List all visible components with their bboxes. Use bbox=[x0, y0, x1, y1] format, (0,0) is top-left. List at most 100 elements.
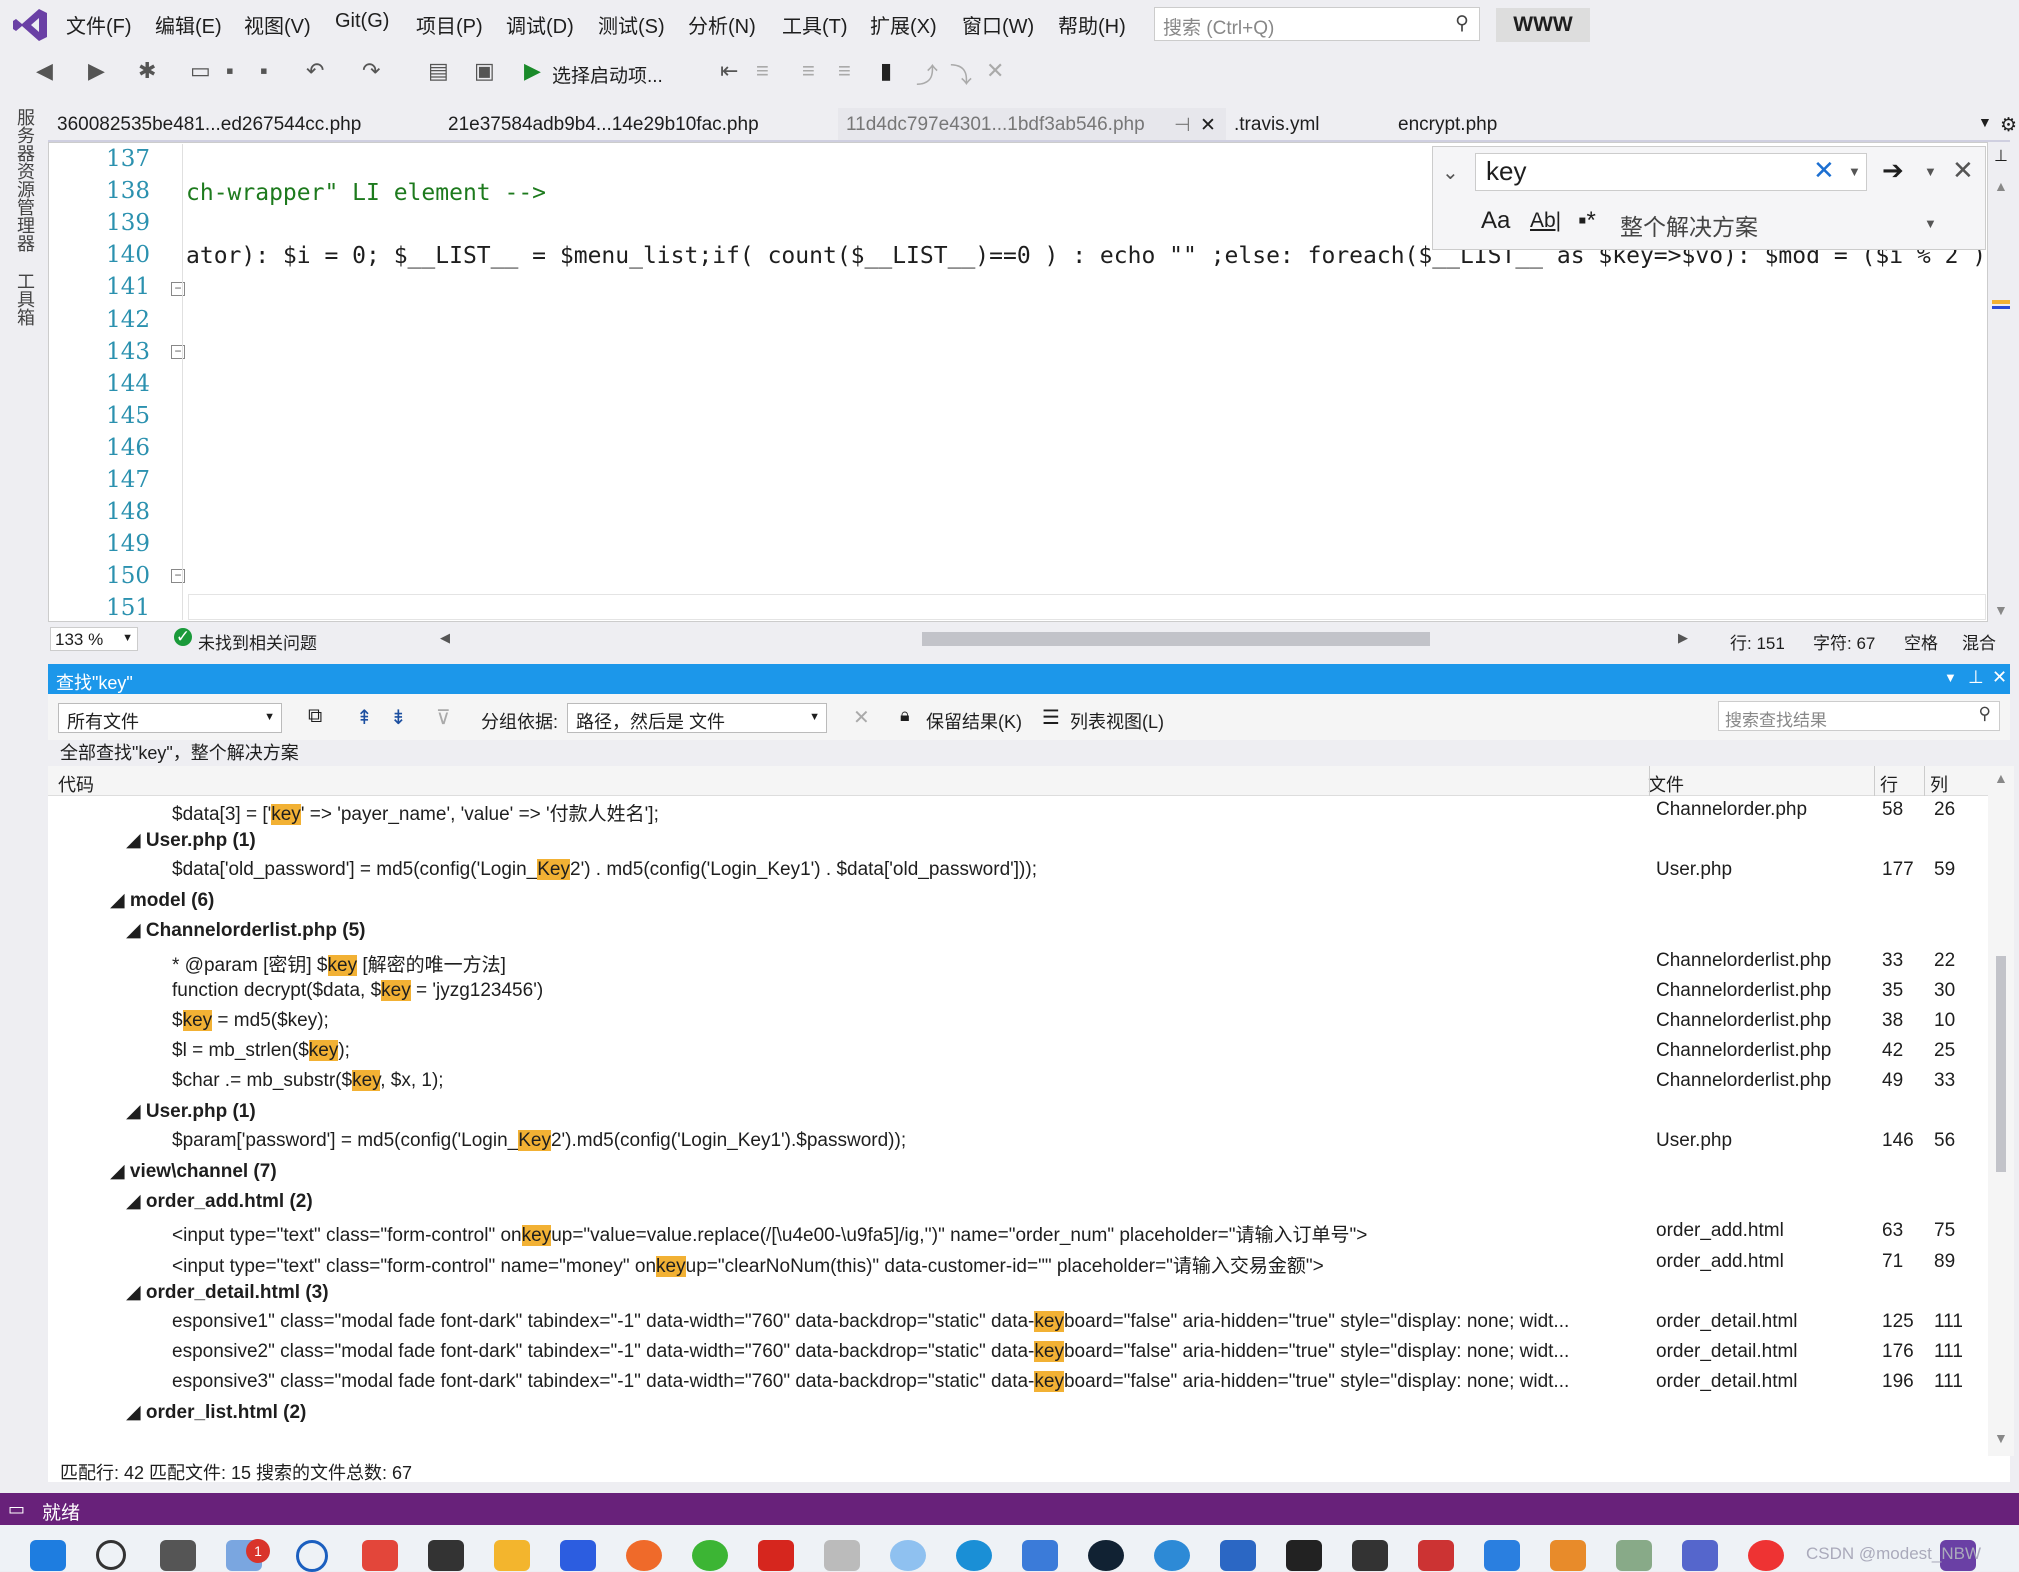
menu-item[interactable]: 测试(S) bbox=[598, 10, 665, 39]
result-group[interactable]: ◢ User.php (1) bbox=[48, 826, 1988, 856]
scope-chevron-icon[interactable]: ▼ bbox=[1924, 216, 1937, 231]
table-row[interactable]: $data[3] = ['key' => 'payer_name', 'valu… bbox=[48, 796, 1988, 826]
undo-icon[interactable]: ↶ bbox=[306, 58, 324, 84]
table-row[interactable]: $char .= mb_substr($key, $x, 1); Channelo… bbox=[48, 1067, 1988, 1097]
result-group[interactable]: ◢ User.php (1) bbox=[48, 1097, 1988, 1127]
find-input[interactable]: key bbox=[1475, 153, 1867, 191]
scroll-up-icon[interactable]: ▲ bbox=[1994, 178, 2008, 194]
forward-icon[interactable]: ▶ bbox=[88, 58, 105, 84]
tab-close-icon[interactable]: ✕ bbox=[1200, 114, 1216, 137]
spaces-indicator[interactable]: 空格 bbox=[1904, 629, 1938, 654]
table-row[interactable]: $param['password'] = md5(config('Login_K… bbox=[48, 1127, 1988, 1157]
menu-item[interactable]: 帮助(H) bbox=[1058, 10, 1126, 39]
clear-search-icon[interactable]: ✕ bbox=[1813, 155, 1835, 186]
start-icon[interactable]: ▶ bbox=[524, 58, 541, 84]
result-group[interactable]: ◢ Channelorderlist.php (5) bbox=[48, 916, 1988, 946]
next-bookmark-icon[interactable]: ⤵ bbox=[950, 58, 972, 90]
search-results-input[interactable]: 搜索查找结果 ⚲ bbox=[1718, 701, 2000, 731]
prev-result-icon[interactable]: ⇞ bbox=[356, 705, 373, 730]
task-view-icon[interactable] bbox=[160, 1540, 196, 1571]
menu-item[interactable]: 窗口(W) bbox=[962, 10, 1034, 39]
app-icon[interactable] bbox=[1088, 1540, 1124, 1571]
tab-file-1[interactable]: 360082535be481...ed267544cc.php bbox=[57, 114, 361, 136]
file-explorer-icon[interactable] bbox=[494, 1540, 530, 1571]
firefox-icon[interactable] bbox=[626, 1540, 662, 1571]
table-row[interactable]: $l = mb_strlen($key); Channelorderlist.ph… bbox=[48, 1037, 1988, 1067]
settings-icon[interactable]: ⚙ bbox=[2000, 114, 2017, 137]
outdent-icon[interactable]: ≡ bbox=[838, 58, 851, 84]
hscroll-left-icon[interactable]: ◀ bbox=[440, 630, 450, 646]
comment-icon[interactable]: ≡ bbox=[756, 58, 769, 84]
group-label[interactable]: ◢ User.php (1) bbox=[126, 829, 256, 852]
char-indicator[interactable]: 字符: 67 bbox=[1813, 629, 1875, 654]
find-options-chevron-icon[interactable]: ▼ bbox=[1924, 164, 1937, 179]
app-icon[interactable] bbox=[1022, 1540, 1058, 1571]
group-label[interactable]: ◢ Channelorderlist.php (5) bbox=[126, 919, 365, 942]
group-label[interactable]: ◢ order_list.html (2) bbox=[126, 1401, 306, 1424]
copy-icon[interactable]: ⧉ bbox=[308, 705, 322, 728]
search-taskbar-icon[interactable] bbox=[96, 1540, 126, 1570]
table-row[interactable]: <input type="text" class="form-control" … bbox=[48, 1217, 1988, 1247]
list-view-button[interactable]: 列表视图(L) bbox=[1070, 708, 1164, 734]
split-icon[interactable]: ⊥ bbox=[1994, 146, 2008, 166]
regex-icon[interactable]: ▪* bbox=[1578, 207, 1596, 235]
tab-file-3[interactable]: 11d4dc797e4301...1bdf3ab546.php bbox=[846, 114, 1145, 136]
table-row[interactable]: $data['old_password'] = md5(config('Logi… bbox=[48, 856, 1988, 886]
screenshot-icon[interactable]: ▣ bbox=[474, 58, 495, 84]
menu-item[interactable]: 调试(D) bbox=[506, 10, 574, 39]
menu-item[interactable]: 分析(N) bbox=[688, 10, 756, 39]
wps-icon[interactable] bbox=[758, 1540, 794, 1571]
keep-results-button[interactable]: 保留结果(K) bbox=[926, 708, 1022, 734]
app-icon[interactable] bbox=[1286, 1540, 1322, 1571]
table-row[interactable]: esponsive1" class="modal fade font-dark"… bbox=[48, 1308, 1988, 1338]
table-row[interactable]: function decrypt($data, $key = 'jyzg1234… bbox=[48, 977, 1988, 1007]
toggle-replace-chevron-icon[interactable]: ⌄ bbox=[1442, 160, 1459, 185]
save-all-icon[interactable]: ▪ bbox=[260, 58, 268, 84]
group-label[interactable]: ◢ view\channel (7) bbox=[110, 1160, 277, 1183]
issues-status[interactable]: 未找到相关问题 bbox=[198, 629, 317, 654]
indent-icon[interactable]: ≡ bbox=[802, 58, 815, 84]
open-file-icon[interactable]: ▭ bbox=[190, 58, 211, 84]
result-group[interactable]: ◢ order_list.html (2) bbox=[48, 1398, 1988, 1428]
new-project-icon[interactable]: ✱ bbox=[138, 58, 156, 84]
zoom-select[interactable]: 133 % ▼ bbox=[50, 627, 138, 651]
pin-icon[interactable]: ⊥ bbox=[1968, 667, 1984, 688]
menu-item[interactable]: 文件(F) bbox=[66, 10, 132, 39]
app-icon[interactable] bbox=[1550, 1540, 1586, 1571]
find-scope-label[interactable]: 整个解决方案 bbox=[1620, 208, 1758, 242]
search-history-chevron-icon[interactable]: ▼ bbox=[1848, 164, 1861, 179]
hscroll-right-icon[interactable]: ▶ bbox=[1678, 630, 1688, 646]
results-scrollbar[interactable]: ▲ ▼ bbox=[1988, 766, 2014, 1456]
app-icon[interactable] bbox=[824, 1540, 860, 1571]
tab-travis[interactable]: .travis.yml bbox=[1234, 114, 1320, 136]
tab-list-chevron-icon[interactable]: ▼ bbox=[1978, 114, 1992, 130]
profile-badge[interactable]: WWW bbox=[1496, 8, 1590, 42]
group-label[interactable]: ◢ model (6) bbox=[110, 889, 214, 912]
app-icon[interactable] bbox=[1154, 1540, 1190, 1571]
match-case-icon[interactable]: Aa bbox=[1481, 207, 1510, 235]
terminal-icon[interactable] bbox=[1352, 1540, 1388, 1571]
table-row[interactable]: $key = md5($key); Channelorderlist.php 38 1… bbox=[48, 1007, 1988, 1037]
tab-file-2[interactable]: 21e37584adb9b4...14e29b10fac.php bbox=[448, 114, 759, 136]
wechat-icon[interactable] bbox=[692, 1540, 728, 1571]
menu-item[interactable]: 视图(V) bbox=[244, 10, 311, 39]
scope-select[interactable]: 所有文件 ▼ bbox=[58, 703, 282, 733]
app-icon[interactable] bbox=[560, 1540, 596, 1571]
menu-item[interactable]: Git(G) bbox=[335, 10, 389, 33]
app-icon[interactable] bbox=[428, 1540, 464, 1571]
save-icon[interactable]: ▪ bbox=[226, 58, 234, 84]
group-label[interactable]: ◢ order_add.html (2) bbox=[126, 1190, 313, 1213]
chrome-icon[interactable] bbox=[1748, 1540, 1784, 1571]
app-icon[interactable] bbox=[1616, 1540, 1652, 1571]
editor-vertical-scrollbar[interactable]: ⊥ ▲ ▼ bbox=[1988, 142, 2014, 622]
bookmark-icon[interactable]: ▮ bbox=[880, 58, 892, 84]
col-file[interactable]: 文件 bbox=[1648, 771, 1684, 797]
app-icon[interactable] bbox=[1220, 1540, 1256, 1571]
step-icon[interactable]: ⇤ bbox=[720, 58, 738, 84]
panel-options-chevron-icon[interactable]: ▼ bbox=[1944, 670, 1957, 685]
group-label[interactable]: ◢ User.php (1) bbox=[126, 1100, 256, 1123]
back-icon[interactable]: ◀ bbox=[36, 58, 53, 84]
start-menu-icon[interactable] bbox=[30, 1540, 66, 1571]
redo-icon[interactable]: ↷ bbox=[362, 58, 380, 84]
prev-bookmark-icon[interactable]: ⤴ bbox=[916, 58, 938, 90]
